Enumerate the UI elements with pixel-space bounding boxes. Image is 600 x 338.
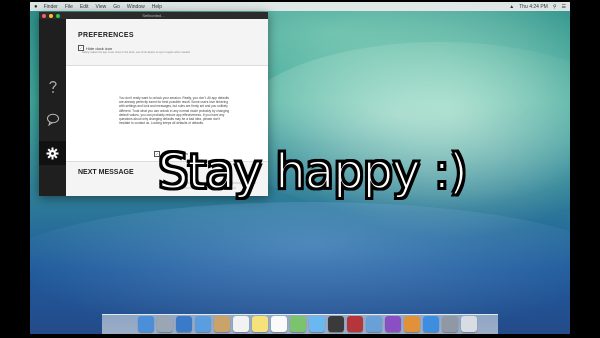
menu-extras: ▲ Thu 4:24 PM ⚲ ☰ [509, 4, 566, 10]
messages-icon[interactable] [309, 316, 325, 332]
calendar-icon[interactable] [233, 316, 249, 332]
itunes-icon[interactable] [366, 316, 382, 332]
gear-icon[interactable] [39, 141, 66, 165]
clock[interactable]: Thu 4:24 PM [519, 4, 548, 10]
photo-booth-icon[interactable] [347, 316, 363, 332]
menu-item-window[interactable]: Window [127, 4, 145, 10]
sidebar [39, 19, 66, 196]
dock-icons [138, 316, 477, 332]
menu-item-file[interactable]: File [65, 4, 73, 10]
preferences-header: PREFERENCES ✓ Hide dock icon Hiding make… [66, 19, 268, 66]
mail-icon[interactable] [195, 316, 211, 332]
notification-center-icon[interactable]: ☰ [562, 4, 566, 10]
preview-icon[interactable] [442, 316, 458, 332]
menu-item-edit[interactable]: Edit [80, 4, 89, 10]
system-preferences-icon[interactable] [423, 316, 439, 332]
menu-item-finder[interactable]: Finder [44, 4, 58, 10]
menu-item-view[interactable]: View [96, 4, 107, 10]
facetime-icon[interactable] [328, 316, 344, 332]
preferences-body-text: You don't really want to unlock your ses… [119, 96, 230, 126]
hide-dock-description: Hiding makes the app never show in the d… [82, 51, 191, 54]
menu-item-go[interactable]: Go [113, 4, 120, 10]
apple-menu-icon[interactable]: ● [34, 4, 38, 10]
spotlight-icon[interactable]: ⚲ [553, 4, 557, 10]
maps-icon[interactable] [290, 316, 306, 332]
menu-bar: ● Finder File Edit View Go Window Help ▲… [30, 2, 570, 11]
finder-icon[interactable] [138, 316, 154, 332]
ibooks-icon[interactable] [385, 316, 401, 332]
window-title: Selfcontrol... [142, 13, 165, 18]
caption-overlay: Stay happy :) [157, 143, 469, 201]
letterbox-bottom [0, 334, 600, 338]
safari-icon[interactable] [176, 316, 192, 332]
menu-item-help[interactable]: Help [152, 4, 162, 10]
reminders-icon[interactable] [271, 316, 287, 332]
contacts-icon[interactable] [214, 316, 230, 332]
chat-bubble-icon[interactable] [45, 112, 60, 127]
desktop: ● Finder File Edit View Go Window Help ▲… [30, 2, 570, 334]
app-store-icon[interactable] [404, 316, 420, 332]
preferences-title: PREFERENCES [78, 32, 134, 39]
notes-icon[interactable] [252, 316, 268, 332]
launchpad-icon[interactable] [157, 316, 173, 332]
next-message-title: NEXT MESSAGE [78, 169, 134, 176]
wifi-icon[interactable]: ▲ [509, 4, 514, 10]
trash-icon[interactable] [461, 316, 477, 332]
title-bar: Selfcontrol... [39, 12, 268, 19]
hide-dock-label: Hide dock icon [86, 45, 113, 51]
help-icon[interactable] [45, 79, 60, 94]
